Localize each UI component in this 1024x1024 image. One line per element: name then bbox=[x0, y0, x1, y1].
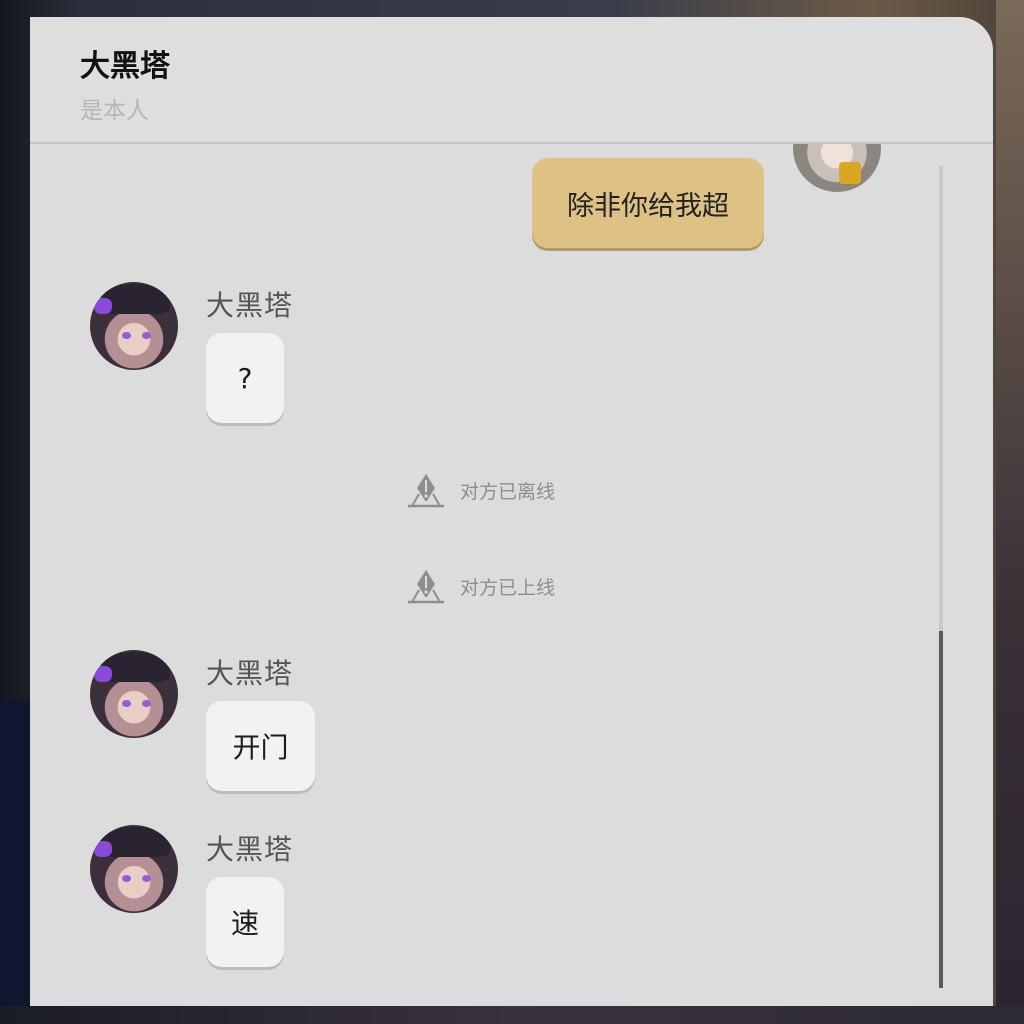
message-text: ? bbox=[237, 361, 253, 395]
avatar-bow bbox=[94, 666, 112, 682]
self-avatar[interactable] bbox=[793, 144, 881, 192]
avatar-eye bbox=[142, 700, 151, 707]
background-right bbox=[996, 0, 1024, 1024]
message-list[interactable]: 除非你给我超 大黑塔 ? 对方已离线 对方已上线 大黑塔 开门 大黑塔 速 bbox=[30, 144, 993, 1006]
self-message-bubble[interactable]: 除非你给我超 bbox=[532, 158, 764, 248]
avatar-bow bbox=[94, 298, 112, 314]
contact-message-bubble[interactable]: 速 bbox=[206, 877, 284, 967]
system-notice-text: 对方已离线 bbox=[460, 480, 556, 503]
avatar-accessory bbox=[839, 162, 861, 184]
contact-avatar[interactable] bbox=[90, 650, 178, 738]
avatar-eye bbox=[122, 700, 131, 707]
scrollbar-thumb[interactable] bbox=[939, 631, 943, 988]
notice-icon bbox=[408, 474, 444, 508]
chat-window: 大黑塔 是本人 除非你给我超 大黑塔 ? 对方已离线 对方已上线 大黑塔 开门 … bbox=[30, 17, 993, 1006]
contact-message-bubble[interactable]: 开门 bbox=[206, 701, 315, 791]
chat-header: 大黑塔 是本人 bbox=[30, 17, 993, 144]
avatar-eye bbox=[122, 332, 131, 339]
system-notice: 对方已离线 bbox=[406, 472, 555, 508]
message-text: 除非你给我超 bbox=[567, 190, 729, 222]
sender-name: 大黑塔 bbox=[206, 657, 294, 690]
contact-avatar[interactable] bbox=[90, 825, 178, 913]
avatar-eye bbox=[122, 875, 131, 882]
background-bottom bbox=[0, 1006, 1024, 1024]
sender-name: 大黑塔 bbox=[206, 833, 294, 866]
contact-name: 大黑塔 bbox=[80, 49, 170, 84]
message-text: 开门 bbox=[232, 731, 289, 764]
system-notice: 对方已上线 bbox=[406, 568, 555, 604]
notice-icon bbox=[408, 570, 444, 604]
avatar-eye bbox=[142, 875, 151, 882]
contact-avatar[interactable] bbox=[90, 282, 178, 370]
message-text: 速 bbox=[230, 907, 259, 940]
system-notice-text: 对方已上线 bbox=[460, 576, 556, 599]
sender-name: 大黑塔 bbox=[206, 289, 294, 322]
contact-message-bubble[interactable]: ? bbox=[206, 333, 284, 423]
avatar-eye bbox=[142, 332, 151, 339]
contact-signature: 是本人 bbox=[80, 98, 149, 124]
avatar-bow bbox=[94, 841, 112, 857]
